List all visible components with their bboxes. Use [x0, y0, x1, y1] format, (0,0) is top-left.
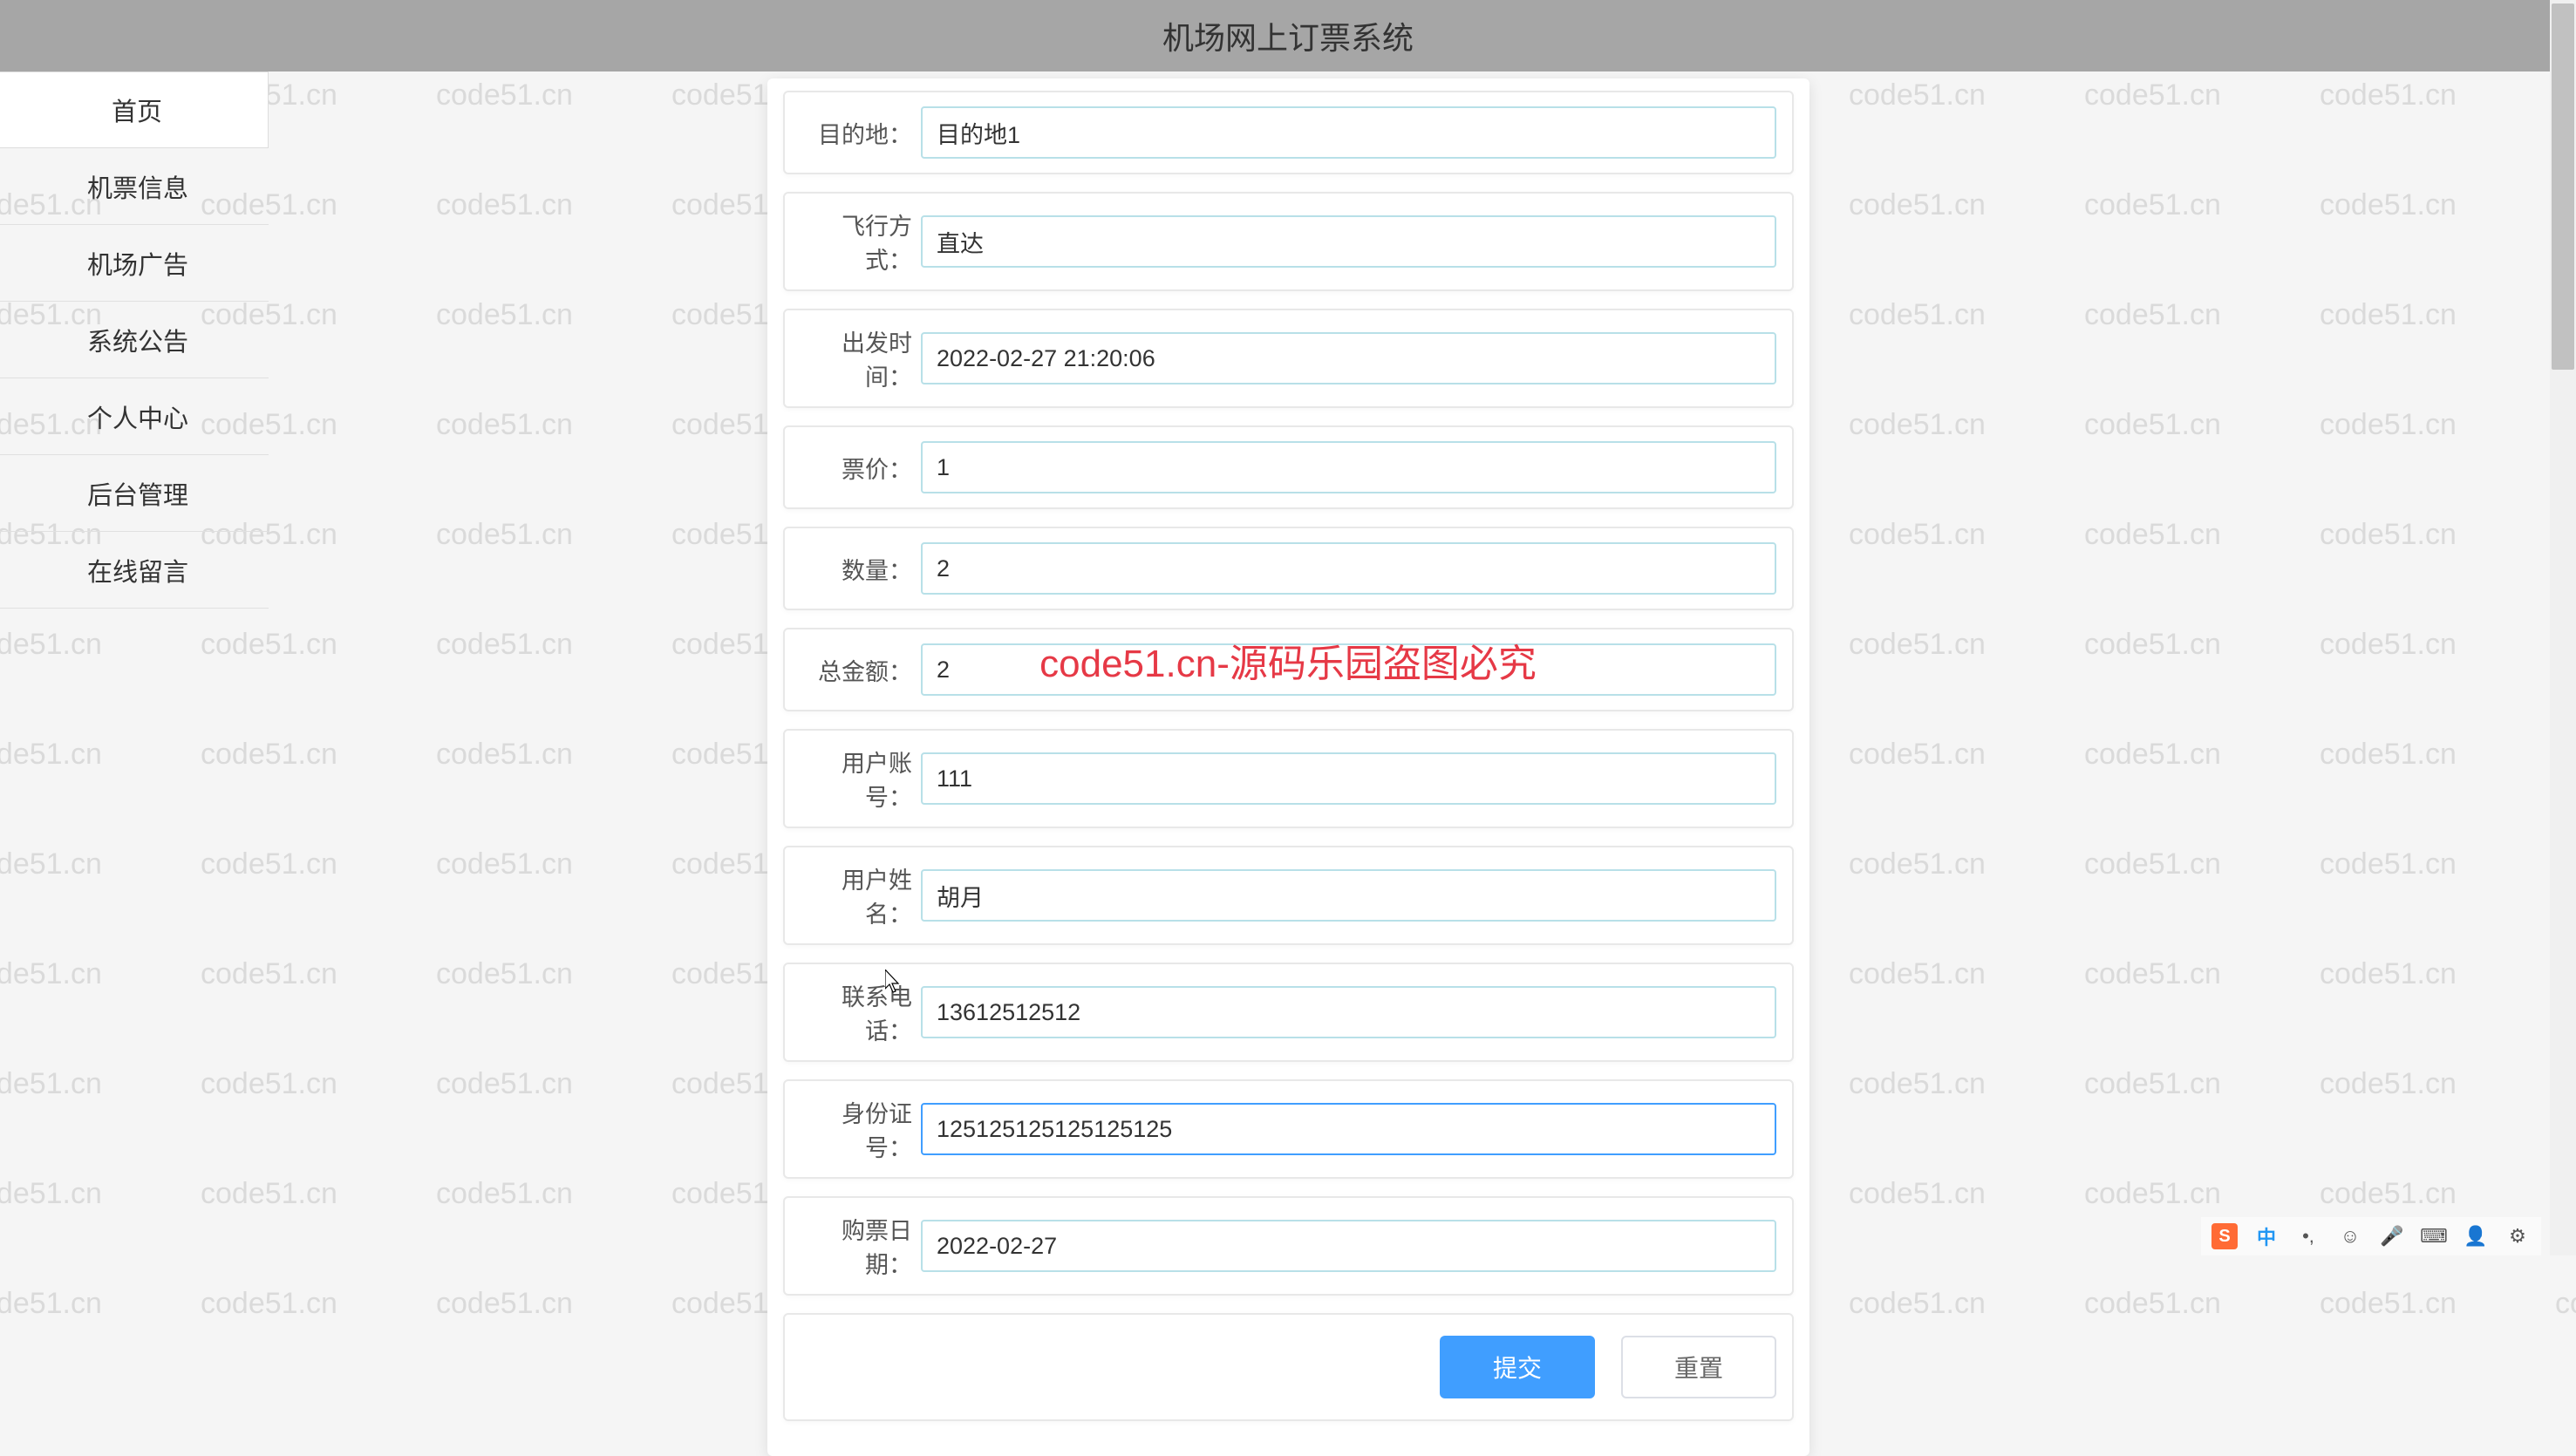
form-button-row: 提交重置	[783, 1313, 1794, 1421]
form-label-total: 总金额：	[801, 653, 912, 687]
destination-input[interactable]	[921, 106, 1776, 159]
sidebar-item-label: 机票信息	[87, 168, 188, 205]
sidebar-item-3[interactable]: 系统公告	[0, 302, 269, 378]
sidebar-item-label: 在线留言	[87, 552, 188, 589]
form-label-username: 用户姓名：	[801, 861, 912, 929]
sidebar-item-4[interactable]: 个人中心	[0, 378, 269, 455]
flight-mode-input[interactable]	[921, 215, 1776, 268]
form-row-destination: 目的地：	[783, 91, 1794, 174]
form-label-quantity: 数量：	[801, 552, 912, 586]
form-row-account: 用户账号：	[783, 729, 1794, 828]
sidebar-item-0[interactable]: 首页	[0, 71, 269, 148]
ime-settings-icon[interactable]: ⚙	[2504, 1223, 2531, 1249]
reset-button[interactable]: 重置	[1621, 1336, 1776, 1398]
form-label-phone: 联系电话：	[801, 978, 912, 1046]
price-input[interactable]	[921, 441, 1776, 493]
ime-toolbar: S 中 •, ☺ 🎤 ⌨ 👤 ⚙	[2201, 1217, 2541, 1255]
form-row-quantity: 数量：	[783, 527, 1794, 610]
ime-lang-icon[interactable]: 中	[2253, 1223, 2280, 1249]
watermark-text: code51.cn	[0, 1287, 102, 1321]
form-row-phone: 联系电话：	[783, 963, 1794, 1062]
ime-emoji-icon[interactable]: ☺	[2337, 1223, 2363, 1249]
ime-keyboard-icon[interactable]: ⌨	[2421, 1223, 2447, 1249]
form-row-price: 票价：	[783, 425, 1794, 509]
app-header: 机场网上订票系统	[0, 0, 2576, 71]
account-input[interactable]	[921, 752, 1776, 805]
form-row-depart-time: 出发时间：	[783, 309, 1794, 408]
watermark-text: code51.cn	[2320, 1287, 2457, 1321]
sidebar-item-label: 首页	[112, 92, 162, 128]
form-label-account: 用户账号：	[801, 745, 912, 813]
form-label-purchase-date: 购票日期：	[801, 1212, 912, 1280]
form-label-price: 票价：	[801, 451, 912, 485]
sidebar-item-2[interactable]: 机场广告	[0, 225, 269, 302]
ime-voice-icon[interactable]: 🎤	[2379, 1223, 2405, 1249]
ime-punct-icon[interactable]: •,	[2295, 1223, 2321, 1249]
total-input[interactable]	[921, 643, 1776, 696]
watermark-text: code51.cn	[1849, 1287, 1986, 1321]
watermark-text: code51.cn	[201, 1287, 337, 1321]
quantity-input[interactable]	[921, 542, 1776, 595]
submit-button[interactable]: 提交	[1440, 1336, 1595, 1398]
phone-input[interactable]	[921, 986, 1776, 1038]
sidebar-item-label: 个人中心	[87, 398, 188, 435]
form-label-depart-time: 出发时间：	[801, 324, 912, 392]
form-row-id-number: 身份证号：	[783, 1079, 1794, 1179]
watermark-text: code51.cn	[436, 1287, 573, 1321]
vertical-scrollbar-thumb[interactable]	[2552, 3, 2574, 370]
purchase-date-input[interactable]	[921, 1220, 1776, 1272]
form-row-username: 用户姓名：	[783, 846, 1794, 945]
sidebar-item-5[interactable]: 后台管理	[0, 455, 269, 532]
watermark-text: code51.cn	[2084, 1287, 2221, 1321]
vertical-scrollbar-track[interactable]	[2550, 0, 2576, 1255]
watermark-text: code51.cn	[2555, 1287, 2576, 1321]
form-label-destination: 目的地：	[801, 116, 912, 150]
sidebar-item-label: 系统公告	[87, 322, 188, 358]
form-row-purchase-date: 购票日期：	[783, 1196, 1794, 1296]
sidebar-item-1[interactable]: 机票信息	[0, 148, 269, 225]
depart-time-input[interactable]	[921, 332, 1776, 384]
sidebar-nav: 首页机票信息机场广告系统公告个人中心后台管理在线留言	[0, 71, 269, 609]
booking-form: 目的地： 飞行方式： 出发时间： 票价： 数量： 总金额： 用户账号： 用户姓名： 联系电话： 身…	[767, 78, 1809, 1456]
main-content: 目的地： 飞行方式： 出发时间： 票价： 数量： 总金额： 用户账号： 用户姓名： 联系电话： 身…	[0, 71, 2576, 1255]
username-input[interactable]	[921, 869, 1776, 922]
sidebar-item-6[interactable]: 在线留言	[0, 532, 269, 609]
page-title: 机场网上订票系统	[1162, 13, 1414, 58]
sidebar-item-label: 机场广告	[87, 245, 188, 282]
form-label-id-number: 身份证号：	[801, 1095, 912, 1163]
form-row-flight-mode: 飞行方式：	[783, 192, 1794, 291]
sogou-ime-icon[interactable]: S	[2211, 1223, 2238, 1249]
id-number-input[interactable]	[921, 1103, 1776, 1155]
form-row-total: 总金额：	[783, 628, 1794, 711]
form-label-flight-mode: 飞行方式：	[801, 208, 912, 276]
sidebar-item-label: 后台管理	[87, 475, 188, 512]
ime-user-icon[interactable]: 👤	[2463, 1223, 2489, 1249]
